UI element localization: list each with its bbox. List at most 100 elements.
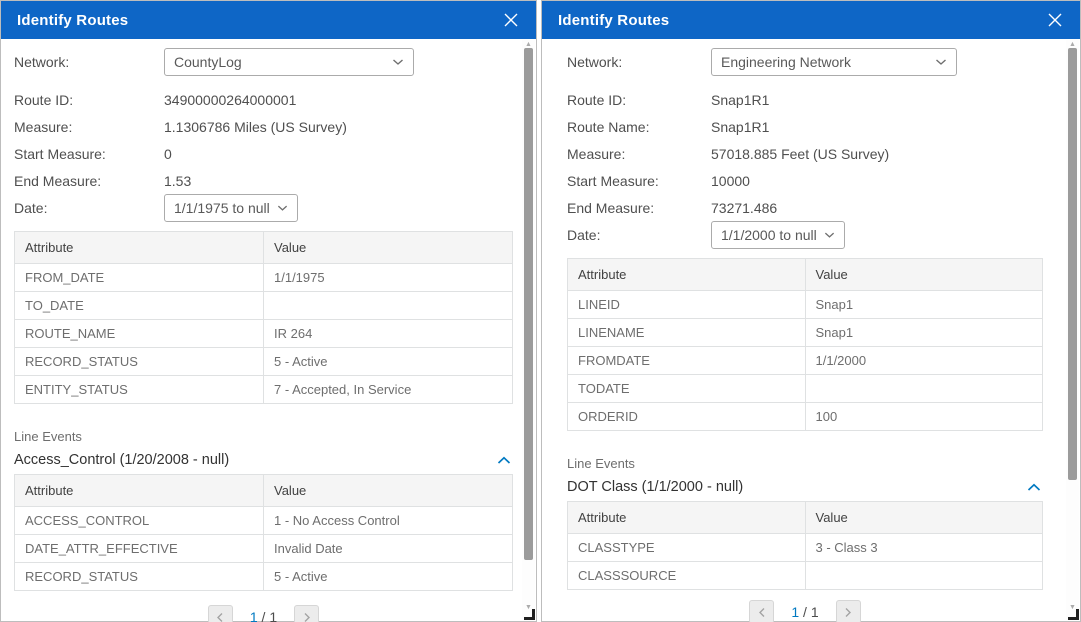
measure-label: Measure: bbox=[567, 146, 711, 162]
network-select-value: CountyLog bbox=[174, 54, 242, 70]
date-label: Date: bbox=[14, 200, 164, 216]
table-row: FROM_DATE1/1/1975 bbox=[15, 264, 513, 292]
line-events-label: Line Events bbox=[567, 456, 1043, 471]
attribute-cell: LINENAME bbox=[568, 319, 806, 347]
chevron-down-icon bbox=[277, 204, 288, 212]
resize-handle[interactable] bbox=[524, 609, 535, 620]
chevron-up-icon[interactable] bbox=[495, 454, 513, 467]
chevron-left-icon bbox=[758, 607, 766, 618]
date-select-value: 1/1/1975 to null bbox=[174, 200, 270, 216]
value-cell: 1/1/2000 bbox=[805, 347, 1043, 375]
table-row: ORDERID100 bbox=[568, 403, 1043, 431]
total-pages: 1 bbox=[269, 609, 277, 622]
route-id-row: Route ID: 34900000264000001 bbox=[14, 86, 513, 113]
end-measure-label: End Measure: bbox=[567, 200, 711, 216]
line-event-attribute-table: Attribute Value ACCESS_CONTROL1 - No Acc… bbox=[14, 474, 513, 591]
line-event-header: DOT Class (1/1/2000 - null) bbox=[567, 479, 1043, 495]
end-measure-row: End Measure: 1.53 bbox=[14, 167, 513, 194]
value-cell bbox=[264, 292, 513, 320]
value-cell: Snap1 bbox=[805, 319, 1043, 347]
table-row: CLASSTYPE3 - Class 3 bbox=[568, 534, 1043, 562]
value-column-header: Value bbox=[264, 475, 513, 507]
route-attribute-table: Attribute Value FROM_DATE1/1/1975 TO_DAT… bbox=[14, 231, 513, 404]
date-select[interactable]: 1/1/2000 to null bbox=[711, 221, 845, 249]
chevron-down-icon bbox=[824, 231, 835, 239]
end-measure-label: End Measure: bbox=[14, 173, 164, 189]
value-cell bbox=[805, 375, 1043, 403]
pagination: 1 / 1 bbox=[567, 600, 1043, 622]
network-select[interactable]: CountyLog bbox=[164, 48, 414, 76]
value-cell: IR 264 bbox=[264, 320, 513, 348]
start-measure-value: 0 bbox=[164, 146, 172, 162]
route-id-label: Route ID: bbox=[567, 92, 711, 108]
value-cell: 1 - No Access Control bbox=[264, 507, 513, 535]
measure-label: Measure: bbox=[14, 119, 164, 135]
current-page: 1 bbox=[250, 609, 258, 622]
chevron-down-icon bbox=[935, 58, 947, 66]
attribute-cell: ROUTE_NAME bbox=[15, 320, 264, 348]
start-measure-value: 10000 bbox=[711, 173, 750, 189]
attribute-cell: CLASSTYPE bbox=[568, 534, 806, 562]
value-column-header: Value bbox=[805, 502, 1043, 534]
route-id-value: 34900000264000001 bbox=[164, 92, 296, 108]
panel-header: Identify Routes bbox=[1, 1, 536, 39]
end-measure-value: 73271.486 bbox=[711, 200, 777, 216]
chevron-left-icon bbox=[216, 612, 224, 622]
pagination: 1 / 1 bbox=[14, 605, 513, 622]
vertical-scrollbar[interactable]: ▲ ▼ bbox=[1066, 40, 1079, 620]
table-row: TODATE bbox=[568, 375, 1043, 403]
date-field-row: Date: 1/1/1975 to null bbox=[14, 194, 513, 222]
table-row: ROUTE_NAMEIR 264 bbox=[15, 320, 513, 348]
close-icon[interactable] bbox=[500, 9, 522, 31]
page-indicator: 1 / 1 bbox=[250, 609, 277, 622]
chevron-up-icon[interactable] bbox=[1025, 481, 1043, 494]
next-page-button[interactable] bbox=[294, 605, 319, 622]
scrollbar-thumb[interactable] bbox=[524, 48, 533, 560]
measure-row: Measure: 1.1306786 Miles (US Survey) bbox=[14, 113, 513, 140]
route-name-row: Route Name: Snap1R1 bbox=[567, 113, 1043, 140]
previous-page-button[interactable] bbox=[749, 600, 774, 622]
scrollbar-thumb[interactable] bbox=[1068, 48, 1077, 480]
vertical-scrollbar[interactable]: ▲ ▼ bbox=[522, 40, 535, 620]
date-label: Date: bbox=[567, 227, 711, 243]
line-event-title: DOT Class (1/1/2000 - null) bbox=[567, 479, 743, 495]
attribute-cell: TODATE bbox=[568, 375, 806, 403]
measure-value: 57018.885 Feet (US Survey) bbox=[711, 146, 889, 162]
next-page-button[interactable] bbox=[836, 600, 861, 622]
value-cell: 5 - Active bbox=[264, 348, 513, 376]
network-field-row: Network: Engineering Network bbox=[567, 48, 1043, 76]
start-measure-row: Start Measure: 10000 bbox=[567, 167, 1043, 194]
end-measure-row: End Measure: 73271.486 bbox=[567, 194, 1043, 221]
resize-handle[interactable] bbox=[1068, 609, 1079, 620]
network-select-value: Engineering Network bbox=[721, 54, 851, 70]
panel-body: Network: Engineering Network Route ID: S… bbox=[542, 39, 1066, 621]
table-header-row: Attribute Value bbox=[568, 502, 1043, 534]
table-header-row: Attribute Value bbox=[568, 259, 1043, 291]
network-select[interactable]: Engineering Network bbox=[711, 48, 957, 76]
close-icon[interactable] bbox=[1044, 9, 1066, 31]
attribute-cell: CLASSSOURCE bbox=[568, 562, 806, 590]
panel-title: Identify Routes bbox=[17, 12, 128, 29]
chevron-right-icon bbox=[303, 612, 311, 622]
attribute-cell: RECORD_STATUS bbox=[15, 348, 264, 376]
value-cell: 7 - Accepted, In Service bbox=[264, 376, 513, 404]
previous-page-button[interactable] bbox=[208, 605, 233, 622]
table-row: ENTITY_STATUS7 - Accepted, In Service bbox=[15, 376, 513, 404]
table-row: RECORD_STATUS5 - Active bbox=[15, 348, 513, 376]
route-id-value: Snap1R1 bbox=[711, 92, 769, 108]
value-cell: Invalid Date bbox=[264, 535, 513, 563]
attribute-cell: ACCESS_CONTROL bbox=[15, 507, 264, 535]
end-measure-value: 1.53 bbox=[164, 173, 191, 189]
start-measure-row: Start Measure: 0 bbox=[14, 140, 513, 167]
date-select[interactable]: 1/1/1975 to null bbox=[164, 194, 298, 222]
table-header-row: Attribute Value bbox=[15, 232, 513, 264]
value-cell bbox=[805, 562, 1043, 590]
value-column-header: Value bbox=[805, 259, 1043, 291]
page-separator: / bbox=[262, 609, 266, 622]
chevron-right-icon bbox=[844, 607, 852, 618]
table-row: LINENAMESnap1 bbox=[568, 319, 1043, 347]
line-event-attribute-table: Attribute Value CLASSTYPE3 - Class 3 CLA… bbox=[567, 501, 1043, 590]
chevron-down-icon bbox=[392, 58, 404, 66]
table-row: CLASSSOURCE bbox=[568, 562, 1043, 590]
attribute-column-header: Attribute bbox=[568, 259, 806, 291]
